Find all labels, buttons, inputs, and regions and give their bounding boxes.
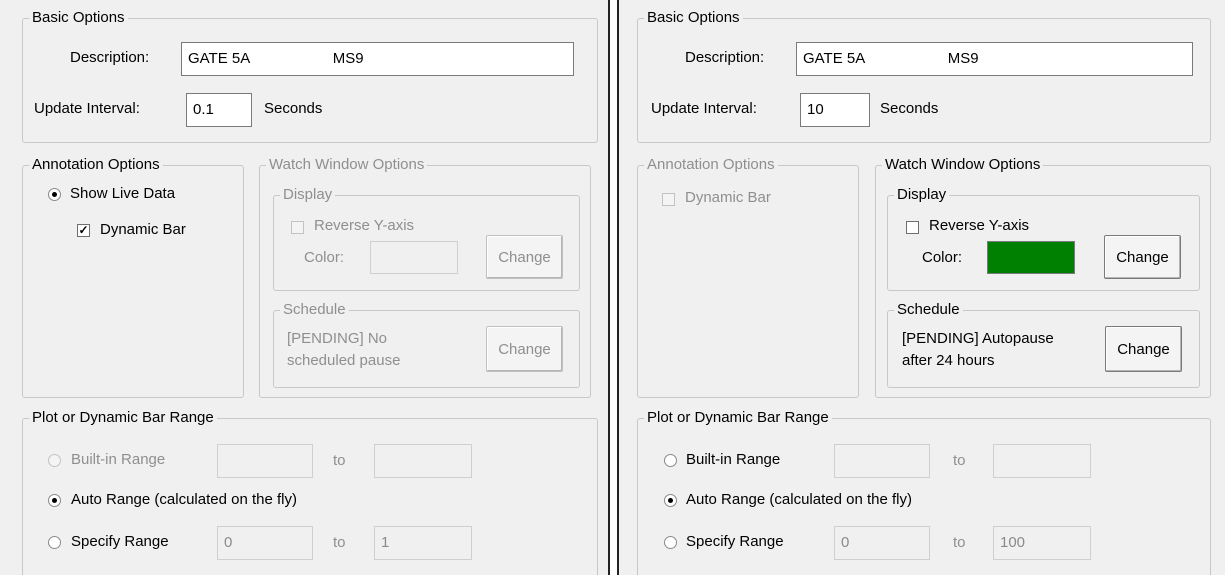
watch-window-options-title: Watch Window Options <box>882 156 1044 174</box>
dynamic-bar-label: Dynamic Bar <box>685 189 771 206</box>
builtin-range-to-input[interactable] <box>374 444 472 478</box>
display-title: Display <box>280 186 336 204</box>
display-title: Display <box>894 186 950 204</box>
specify-range-to-input[interactable]: 1 <box>374 526 472 560</box>
specify-range-to-input[interactable]: 100 <box>993 526 1091 560</box>
schedule-text-line2: scheduled pause <box>287 352 401 369</box>
description-input[interactable]: GATE 5A MS9 <box>181 42 574 76</box>
display-change-button[interactable]: Change <box>486 235 563 279</box>
seconds-label: Seconds <box>880 100 939 117</box>
color-swatch <box>370 241 458 274</box>
reverse-y-axis-label: Reverse Y-axis <box>929 217 1030 234</box>
description-input[interactable]: GATE 5A MS9 <box>796 42 1193 76</box>
plot-range-title: Plot or Dynamic Bar Range <box>644 409 832 427</box>
update-interval-input[interactable]: 0.1 <box>186 93 252 127</box>
schedule-title: Schedule <box>280 301 349 319</box>
annotation-options-title: Annotation Options <box>644 156 778 174</box>
specify-range-to-label: to <box>953 534 966 551</box>
specify-range-from-input[interactable]: 0 <box>217 526 313 560</box>
dynamic-bar-checkbox[interactable]: ✓ <box>77 224 90 237</box>
auto-range-label: Auto Range (calculated on the fly) <box>686 491 912 508</box>
basic-options-group: Basic Options <box>22 9 598 143</box>
builtin-range-label: Built-in Range <box>71 451 166 468</box>
display-change-label: Change <box>1116 248 1169 266</box>
display-change-label: Change <box>498 248 551 266</box>
builtin-range-from-input[interactable] <box>217 444 313 478</box>
basic-options-title: Basic Options <box>29 9 128 27</box>
builtin-range-to-input[interactable] <box>993 444 1091 478</box>
auto-range-radio[interactable] <box>664 494 677 507</box>
color-label: Color: <box>304 249 345 266</box>
auto-range-label: Auto Range (calculated on the fly) <box>71 491 297 508</box>
schedule-text-line2: after 24 hours <box>902 352 995 369</box>
plot-range-title: Plot or Dynamic Bar Range <box>29 409 217 427</box>
description-label: Description: <box>70 49 150 66</box>
display-change-button[interactable]: Change <box>1104 235 1181 279</box>
reverse-y-axis-label: Reverse Y-axis <box>314 217 415 234</box>
builtin-range-radio[interactable] <box>48 454 61 467</box>
seconds-label: Seconds <box>264 100 323 117</box>
specify-range-radio[interactable] <box>664 536 677 549</box>
watch-window-options-title: Watch Window Options <box>266 156 428 174</box>
specify-range-label: Specify Range <box>686 533 784 550</box>
specify-range-radio[interactable] <box>48 536 61 549</box>
dynamic-bar-label: Dynamic Bar <box>100 221 186 238</box>
specify-range-label: Specify Range <box>71 533 169 550</box>
reverse-y-axis-checkbox[interactable] <box>291 221 304 234</box>
options-panel-left: Basic Options Description: GATE 5A MS9 U… <box>0 0 610 575</box>
specify-range-from-input[interactable]: 0 <box>834 526 930 560</box>
annotation-options-title: Annotation Options <box>29 156 163 174</box>
schedule-text-line1: [PENDING] No <box>287 330 388 347</box>
schedule-change-label: Change <box>498 340 551 358</box>
update-interval-label: Update Interval: <box>651 100 757 117</box>
schedule-change-label: Change <box>1117 340 1170 358</box>
options-panel-right: Basic Options Description: GATE 5A MS9 U… <box>617 0 1225 575</box>
auto-range-radio[interactable] <box>48 494 61 507</box>
builtin-range-label: Built-in Range <box>686 451 781 468</box>
builtin-range-to-label: to <box>953 452 966 469</box>
builtin-range-to-label: to <box>333 452 346 469</box>
update-interval-input[interactable]: 10 <box>800 93 870 127</box>
dynamic-bar-checkbox[interactable] <box>662 193 675 206</box>
basic-options-group: Basic Options <box>637 9 1211 143</box>
update-interval-label: Update Interval: <box>34 100 140 117</box>
color-swatch <box>987 241 1075 274</box>
basic-options-title: Basic Options <box>644 9 743 27</box>
reverse-y-axis-checkbox[interactable] <box>906 221 919 234</box>
color-label: Color: <box>922 249 963 266</box>
show-live-data-label: Show Live Data <box>70 185 176 202</box>
schedule-text-line1: [PENDING] Autopause <box>902 330 1054 347</box>
specify-range-to-label: to <box>333 534 346 551</box>
show-live-data-radio[interactable] <box>48 188 61 201</box>
schedule-change-button[interactable]: Change <box>486 326 563 372</box>
schedule-title: Schedule <box>894 301 963 319</box>
builtin-range-from-input[interactable] <box>834 444 930 478</box>
schedule-change-button[interactable]: Change <box>1105 326 1182 372</box>
builtin-range-radio[interactable] <box>664 454 677 467</box>
description-label: Description: <box>685 49 765 66</box>
